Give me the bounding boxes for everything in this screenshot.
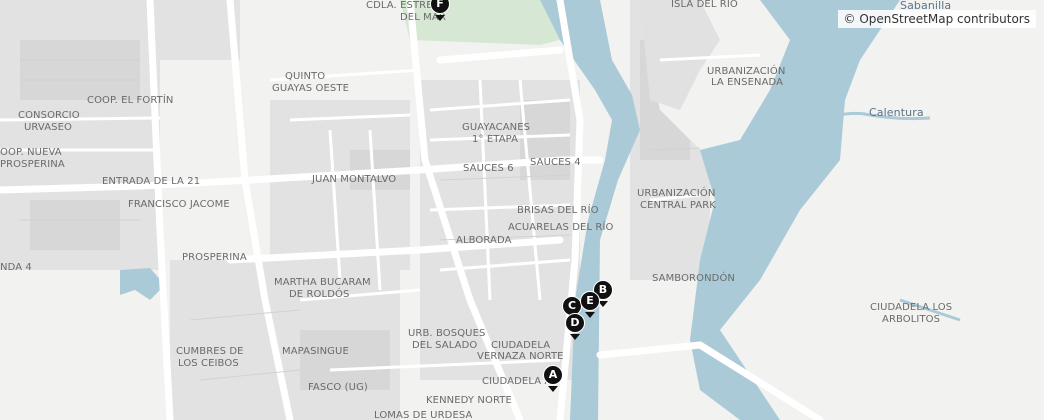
- label-guayas-oeste: GUAYAS OESTE: [272, 83, 349, 94]
- label-sauces-4: SAUCES 4: [530, 157, 581, 168]
- label-consorcio-2: URVASEO: [24, 122, 72, 133]
- label-calentura: Calentura: [869, 106, 924, 119]
- label-sauces-6: SAUCES 6: [463, 163, 514, 174]
- label-ciudadela-vernaza-2: VERNAZA NORTE: [477, 351, 564, 362]
- label-coop-nueva-2: PROSPERINA: [0, 159, 65, 170]
- label-brisas: BRISAS DEL RÍO: [517, 205, 599, 216]
- label-nda-4: NDA 4: [0, 262, 32, 273]
- label-martha-1: MARTHA BUCARAM: [274, 277, 371, 288]
- label-martha-2: DE ROLDÓS: [289, 289, 350, 300]
- label-guayacanes-1: GUAYACANES: [462, 122, 531, 133]
- label-guayacanes-2: 1° ETAPA: [472, 134, 519, 145]
- label-urb-ensenada-2: LA ENSENADA: [711, 77, 784, 88]
- label-fasco: FASCO (UG): [308, 382, 368, 393]
- map-marker-e[interactable]: E: [579, 291, 601, 321]
- marker-f-label: F: [430, 0, 450, 14]
- label-coop-nueva-1: OOP. NUEVA: [0, 147, 62, 158]
- label-ciudadela-arbolitos-1: CIUDADELA LOS: [870, 302, 953, 313]
- label-cumbres-1: CUMBRES DE: [176, 346, 244, 357]
- label-entrada-21: ENTRADA DE LA 21: [102, 176, 201, 187]
- label-cdla-estrella: CDLA. ESTRE: [366, 0, 433, 11]
- map-view[interactable]: CDLA. ESTRE DEL MAR ISLA DEL RÍO Sabanil…: [0, 0, 1044, 420]
- label-francisco-jacome: FRANCISCO JACOME: [128, 199, 230, 210]
- label-alborada: ALBORADA: [456, 235, 512, 246]
- label-ciudadela-atar: CIUDADELA A: [482, 376, 552, 387]
- map-marker-a[interactable]: A: [542, 365, 564, 395]
- label-kennedy: KENNEDY NORTE: [426, 395, 512, 406]
- label-juan-montalvo: JUAN MONTALVO: [312, 174, 397, 185]
- label-consorcio-1: CONSORCIO: [18, 110, 80, 121]
- label-isla-del-rio: ISLA DEL RÍO: [671, 0, 738, 10]
- label-prosperina: PROSPERINA: [182, 252, 247, 263]
- label-ciudadela-arbolitos-2: ARBOLITOS: [882, 314, 941, 325]
- label-coop-fortin: COOP. EL FORTÍN: [87, 95, 174, 106]
- label-urb-central-2: CENTRAL PARK: [640, 200, 716, 211]
- label-mapasingue: MAPASINGUE: [282, 346, 349, 357]
- label-samborondon: SAMBORONDÓN: [652, 273, 736, 284]
- map-marker-f[interactable]: F: [429, 0, 451, 24]
- label-acuarelas: ACUARELAS DEL RÍO: [508, 222, 614, 233]
- label-urb-bosques-2: DEL SALADO: [412, 340, 478, 351]
- label-lomas: LOMAS DE URDESA: [374, 410, 473, 420]
- map-attribution[interactable]: © OpenStreetMap contributors: [837, 10, 1036, 28]
- label-urb-bosques-1: URB. BOSQUES: [408, 328, 486, 339]
- marker-e-label: E: [580, 291, 600, 311]
- label-urb-central-1: URBANIZACIÓN: [637, 188, 716, 199]
- marker-a-label: A: [543, 365, 563, 385]
- label-quinto: QUINTO: [285, 71, 326, 82]
- label-cumbres-2: LOS CEIBOS: [178, 358, 239, 369]
